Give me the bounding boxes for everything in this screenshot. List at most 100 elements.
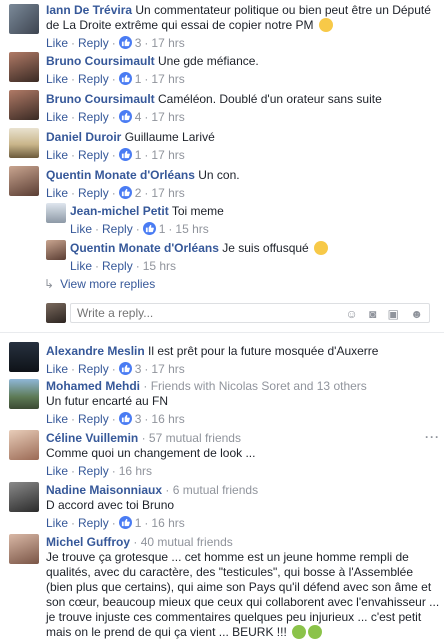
separator: ·: [71, 516, 76, 530]
comment-body: Mohamed Mehdi · Friends with Nicolas Sor…: [46, 379, 436, 426]
like-count-icon[interactable]: [118, 412, 132, 425]
avatar[interactable]: [9, 430, 39, 460]
timestamp[interactable]: 16 hrs: [119, 464, 152, 478]
like-link[interactable]: Like: [46, 362, 68, 376]
like-count-icon[interactable]: [118, 72, 132, 85]
comment-author[interactable]: Bruno Coursimault: [46, 92, 155, 106]
like-count-icon[interactable]: [118, 36, 132, 49]
timestamp[interactable]: 16 hrs: [151, 412, 184, 426]
sticker-icon[interactable]: ☻: [410, 307, 423, 321]
reply-link[interactable]: Reply: [78, 72, 109, 86]
separator: ·: [71, 148, 76, 162]
like-link[interactable]: Like: [46, 412, 68, 426]
reply-box: ☺ ◙ ▣ ☻: [70, 303, 430, 323]
timestamp[interactable]: 17 hrs: [151, 362, 184, 376]
separator: ·: [95, 222, 100, 236]
like-count-icon[interactable]: [118, 148, 132, 161]
reply-author[interactable]: Quentin Monate d'Orléans: [70, 241, 219, 255]
timestamp[interactable]: 17 hrs: [151, 186, 184, 200]
separator: ·: [144, 516, 149, 530]
comment-body: Bruno Coursimault Une gde méfiance. Like…: [46, 54, 436, 86]
like-link[interactable]: Like: [46, 110, 68, 124]
comment-author[interactable]: Mohamed Mehdi: [46, 379, 140, 393]
avatar[interactable]: [9, 128, 39, 158]
like-count-icon[interactable]: [118, 186, 132, 199]
separator: ·: [111, 362, 116, 376]
reply-text: Toi meme: [171, 204, 224, 218]
reply-link[interactable]: Reply: [102, 259, 133, 273]
view-more-replies[interactable]: ↳ View more replies: [44, 277, 155, 291]
reply-link[interactable]: Reply: [78, 464, 109, 478]
comment-author[interactable]: Michel Guffroy: [46, 535, 130, 549]
like-count-icon[interactable]: [118, 516, 132, 529]
avatar[interactable]: [9, 166, 39, 196]
like-link[interactable]: Like: [46, 36, 68, 50]
avatar[interactable]: [9, 4, 39, 34]
comment-author[interactable]: Alexandre Meslin: [46, 344, 145, 358]
gif-icon[interactable]: ▣: [388, 307, 399, 321]
comment-author[interactable]: Iann De Trévira: [46, 3, 132, 17]
avatar[interactable]: [9, 534, 39, 564]
like-count-icon[interactable]: [118, 362, 132, 375]
emoji-icon[interactable]: ☺: [345, 307, 357, 321]
reply-link[interactable]: Reply: [78, 362, 109, 376]
comment-author[interactable]: Bruno Coursimault: [46, 54, 155, 68]
camera-icon[interactable]: ◙: [369, 307, 376, 321]
reply-text: Je suis offusqué: [222, 241, 309, 255]
comment-author[interactable]: Céline Vuillemin: [46, 431, 138, 445]
avatar[interactable]: [9, 52, 39, 82]
reply-body: Jean-michel Petit Toi meme Like · Reply · 1 ·…: [70, 204, 436, 236]
comment-body: Alexandre Meslin Il est prêt pour la fut…: [46, 344, 436, 376]
reply-input[interactable]: [71, 304, 321, 322]
like-link[interactable]: Like: [70, 259, 92, 273]
timestamp[interactable]: 16 hrs: [151, 516, 184, 530]
mutual-friends-info: · 6 mutual friends: [165, 483, 259, 497]
timestamp[interactable]: 15 hrs: [143, 259, 176, 273]
avatar[interactable]: [9, 342, 39, 372]
comment-options-icon[interactable]: ···: [425, 430, 440, 444]
reply-link[interactable]: Reply: [78, 412, 109, 426]
like-link[interactable]: Like: [46, 516, 68, 530]
timestamp[interactable]: 17 hrs: [151, 110, 184, 124]
timestamp[interactable]: 17 hrs: [151, 36, 184, 50]
reply-link[interactable]: Reply: [102, 222, 133, 236]
like-link[interactable]: Like: [46, 148, 68, 162]
comment-author[interactable]: Quentin Monate d'Orléans: [46, 168, 195, 182]
comment-text: Il est prêt pour la future mosquée d'Aux…: [148, 344, 379, 358]
comment-author[interactable]: Nadine Maisonniaux: [46, 483, 162, 497]
reply-link[interactable]: Reply: [78, 110, 109, 124]
avatar[interactable]: [9, 90, 39, 120]
reply-link[interactable]: Reply: [78, 36, 109, 50]
like-link[interactable]: Like: [70, 222, 92, 236]
comment-body: Quentin Monate d'Orléans Un con. Like · Re…: [46, 168, 436, 200]
reply-link[interactable]: Reply: [78, 186, 109, 200]
comment-author[interactable]: Daniel Duroir: [46, 130, 121, 144]
comment-actions: Like · Reply · 2 · 17 hrs: [46, 186, 436, 200]
separator: ·: [95, 259, 100, 273]
comment-actions: Like · Reply · 4 · 17 hrs: [46, 110, 436, 124]
like-count-icon[interactable]: [142, 222, 156, 235]
avatar[interactable]: [46, 240, 66, 260]
comment-text: D accord avec toi Bruno: [46, 498, 175, 512]
reply-link[interactable]: Reply: [78, 148, 109, 162]
comment-actions: Like · Reply · 3 · 17 hrs: [46, 362, 436, 376]
reply-author[interactable]: Jean-michel Petit: [70, 204, 169, 218]
avatar[interactable]: [9, 379, 39, 409]
timestamp[interactable]: 15 hrs: [175, 222, 208, 236]
like-link[interactable]: Like: [46, 186, 68, 200]
mutual-friends-info: · 57 mutual friends: [141, 431, 241, 445]
divider: [0, 332, 444, 333]
like-link[interactable]: Like: [46, 464, 68, 478]
separator: ·: [71, 464, 76, 478]
timestamp[interactable]: 17 hrs: [151, 148, 184, 162]
reply-link[interactable]: Reply: [78, 516, 109, 530]
comment-actions: Like · Reply · 3 · 17 hrs: [46, 36, 436, 50]
avatar[interactable]: [46, 203, 66, 223]
separator: ·: [144, 36, 149, 50]
comment-text: Un futur encarté au FN: [46, 394, 169, 408]
avatar[interactable]: [9, 482, 39, 512]
like-link[interactable]: Like: [46, 72, 68, 86]
like-count-icon[interactable]: [118, 110, 132, 123]
timestamp[interactable]: 17 hrs: [151, 72, 184, 86]
reply-actions: Like · Reply · 1 · 15 hrs: [70, 222, 436, 236]
